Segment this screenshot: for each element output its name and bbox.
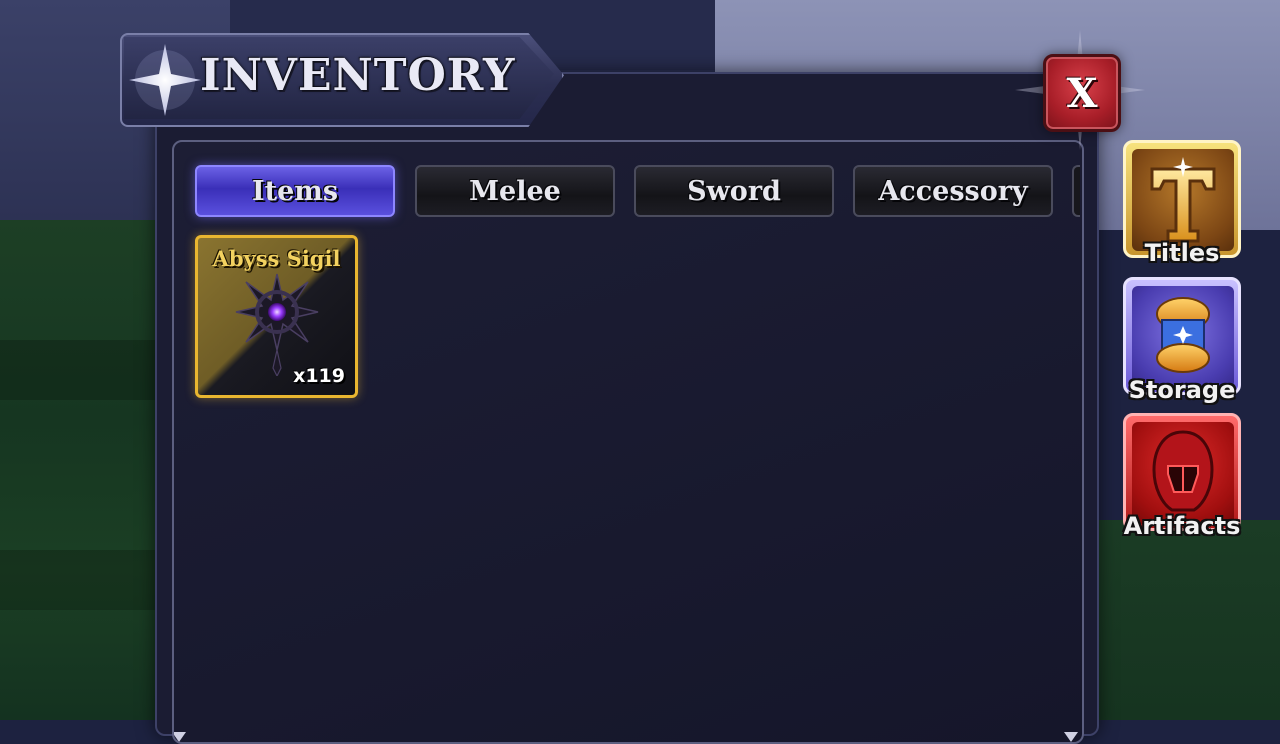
grass-stripe <box>0 550 175 610</box>
grass-right <box>1090 520 1280 720</box>
storage-label: Storage <box>1128 376 1236 404</box>
tab-items[interactable]: Items <box>195 165 395 217</box>
titles-label: Titles <box>1144 239 1220 267</box>
artifacts-label: Artifacts <box>1123 512 1241 540</box>
storage-button-art <box>1132 286 1234 388</box>
abyss-sigil-icon <box>235 273 319 376</box>
tab-sword[interactable]: Sword <box>634 165 834 217</box>
tab-label: Melee <box>469 175 561 207</box>
scroll-down-left-icon <box>174 732 186 742</box>
titles-icon <box>1150 157 1216 243</box>
inventory-content-area <box>172 140 1084 744</box>
item-name: Abyss Sigil <box>212 246 341 271</box>
page-title: INVENTORY <box>200 50 516 101</box>
tab-overflow[interactable] <box>1072 165 1080 217</box>
tab-label: Sword <box>687 175 781 207</box>
grass-stripe <box>0 340 175 400</box>
scroll-down-right-icon <box>1064 732 1078 742</box>
titles-button[interactable]: Titles <box>1123 140 1241 267</box>
artifacts-button[interactable]: Artifacts <box>1123 413 1241 540</box>
tab-melee[interactable]: Melee <box>415 165 615 217</box>
inventory-item-card[interactable]: Abyss Sigil x119 <box>195 235 358 398</box>
tab-label: Accessory <box>878 175 1028 207</box>
item-quantity: x119 <box>293 365 345 387</box>
grass-left <box>0 220 175 720</box>
artifacts-button-art <box>1132 422 1234 524</box>
storage-button[interactable]: Storage <box>1123 277 1241 404</box>
tab-label: Items <box>251 175 339 207</box>
close-button[interactable]: X <box>1043 54 1121 132</box>
titles-button-art <box>1132 149 1234 251</box>
artifacts-icon <box>1152 430 1214 512</box>
storage-icon <box>1156 297 1210 373</box>
sparkle-icon <box>129 44 201 116</box>
tab-accessory[interactable]: Accessory <box>853 165 1053 217</box>
close-icon: X <box>1066 69 1098 117</box>
